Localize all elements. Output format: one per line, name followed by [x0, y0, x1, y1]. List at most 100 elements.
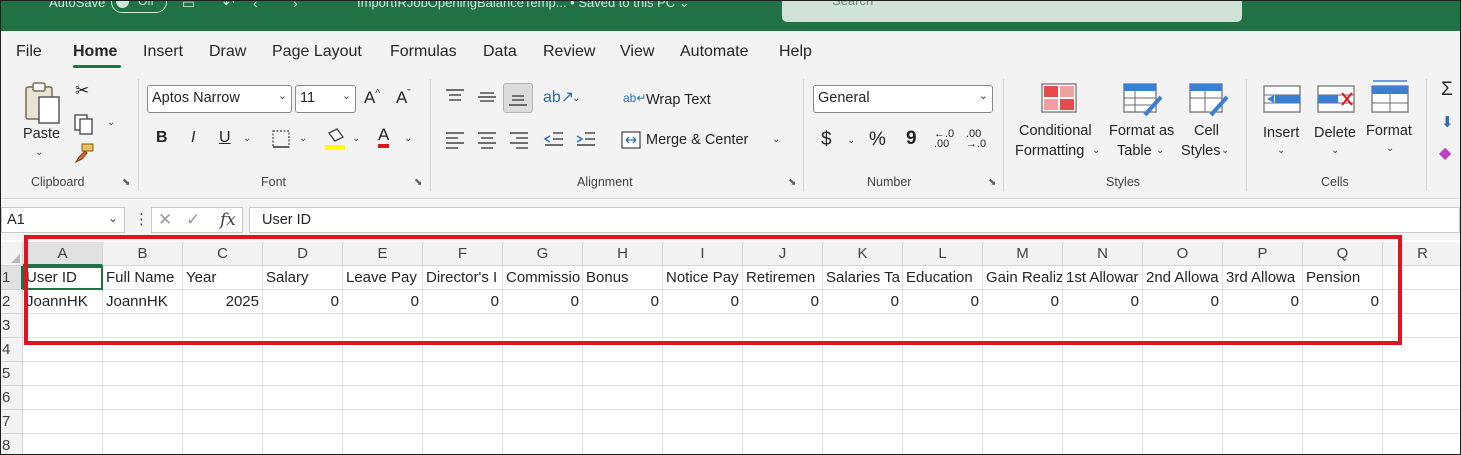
copy-dropdown-icon[interactable]: ⌄ — [107, 117, 115, 128]
cell-o2[interactable]: 0 — [1143, 290, 1223, 314]
cut-icon[interactable]: ✂ — [75, 81, 89, 101]
font-color-dropdown-icon[interactable]: ⌄ — [404, 133, 412, 144]
cell-e7[interactable] — [343, 410, 423, 434]
cell-q7[interactable] — [1303, 410, 1383, 434]
select-all-button[interactable] — [1, 242, 23, 266]
cell-m8[interactable] — [983, 434, 1063, 454]
cell-l3[interactable] — [903, 314, 983, 338]
bottom-align-button[interactable] — [503, 83, 533, 113]
cell-d8[interactable] — [263, 434, 343, 454]
cell-r8[interactable] — [1383, 434, 1460, 454]
cell-f1[interactable]: Director's I — [423, 266, 503, 290]
insert-button[interactable]: Insert — [1263, 125, 1299, 141]
cell-j8[interactable] — [743, 434, 823, 454]
orientation-icon[interactable]: ab↗ — [543, 87, 574, 107]
delete-dropdown-icon[interactable]: ⌄ — [1331, 145, 1339, 156]
cell-e8[interactable] — [343, 434, 423, 454]
cell-a5[interactable] — [23, 362, 103, 386]
column-header-o[interactable]: O — [1143, 242, 1223, 266]
bold-button[interactable]: B — [156, 129, 168, 147]
currency-dropdown-icon[interactable]: ⌄ — [847, 135, 855, 146]
middle-align-icon[interactable] — [476, 87, 498, 107]
column-header-r[interactable]: R — [1383, 242, 1460, 266]
cell-d1[interactable]: Salary — [263, 266, 343, 290]
row-header-8[interactable]: 8 — [1, 434, 23, 454]
decrease-font-size-icon[interactable]: Aˇ — [396, 88, 411, 108]
decrease-indent-icon[interactable] — [543, 129, 565, 149]
row-header-6[interactable]: 6 — [1, 386, 23, 410]
cell-p5[interactable] — [1223, 362, 1303, 386]
cell-i3[interactable] — [663, 314, 743, 338]
orientation-dropdown-icon[interactable]: ⌄ — [572, 93, 580, 104]
cell-g1[interactable]: Commissio — [503, 266, 583, 290]
cell-d5[interactable] — [263, 362, 343, 386]
cell-p8[interactable] — [1223, 434, 1303, 454]
borders-icon[interactable] — [271, 129, 291, 149]
cell-i6[interactable] — [663, 386, 743, 410]
cell-g5[interactable] — [503, 362, 583, 386]
cell-i7[interactable] — [663, 410, 743, 434]
cell-m2[interactable]: 0 — [983, 290, 1063, 314]
cell-a2[interactable]: JoannHK — [23, 290, 103, 314]
row-header-1[interactable]: 1 — [1, 266, 23, 290]
cell-b1[interactable]: Full Name — [103, 266, 183, 290]
undo-dropdown-icon[interactable]: ‹ — [253, 1, 258, 11]
clipboard-launcher-icon[interactable]: ⬊ — [122, 177, 130, 188]
format-cells-icon[interactable] — [1371, 79, 1411, 115]
column-header-l[interactable]: L — [903, 242, 983, 266]
cell-j4[interactable] — [743, 338, 823, 362]
number-format-select[interactable]: General ⌄ — [813, 85, 993, 113]
cell-i8[interactable] — [663, 434, 743, 454]
merge-dropdown-icon[interactable]: ⌄ — [772, 134, 780, 145]
cell-k6[interactable] — [823, 386, 903, 410]
cell-c2[interactable]: 2025 — [183, 290, 263, 314]
align-left-icon[interactable] — [444, 129, 466, 149]
cell-l8[interactable] — [903, 434, 983, 454]
cell-a3[interactable] — [23, 314, 103, 338]
cell-a1[interactable]: User ID — [23, 266, 103, 290]
cell-n4[interactable] — [1063, 338, 1143, 362]
cell-g6[interactable] — [503, 386, 583, 410]
cell-c3[interactable] — [183, 314, 263, 338]
cell-m5[interactable] — [983, 362, 1063, 386]
column-header-e[interactable]: E — [343, 242, 423, 266]
cell-styles-label-1[interactable]: Cell — [1194, 123, 1219, 139]
percent-button[interactable]: % — [869, 129, 886, 151]
copy-icon[interactable] — [73, 113, 95, 135]
italic-button[interactable]: I — [191, 129, 195, 147]
cell-n6[interactable] — [1063, 386, 1143, 410]
row-header-5[interactable]: 5 — [1, 362, 23, 386]
font-size-select[interactable]: 11 ⌄ — [295, 85, 356, 113]
format-button[interactable]: Format — [1366, 123, 1412, 139]
cell-j5[interactable] — [743, 362, 823, 386]
tab-page-layout[interactable]: Page Layout — [272, 43, 362, 61]
cell-i5[interactable] — [663, 362, 743, 386]
underline-button[interactable]: U — [219, 129, 231, 147]
cell-r1[interactable] — [1383, 266, 1460, 290]
currency-button[interactable]: $ — [821, 129, 832, 151]
cell-g4[interactable] — [503, 338, 583, 362]
cell-h3[interactable] — [583, 314, 663, 338]
cell-e3[interactable] — [343, 314, 423, 338]
cell-d7[interactable] — [263, 410, 343, 434]
cell-h5[interactable] — [583, 362, 663, 386]
cell-l5[interactable] — [903, 362, 983, 386]
cell-n1[interactable]: 1st Allowar — [1063, 266, 1143, 290]
cell-k2[interactable]: 0 — [823, 290, 903, 314]
cell-c7[interactable] — [183, 410, 263, 434]
cell-d2[interactable]: 0 — [263, 290, 343, 314]
cell-f6[interactable] — [423, 386, 503, 410]
cell-f7[interactable] — [423, 410, 503, 434]
cell-j7[interactable] — [743, 410, 823, 434]
column-header-j[interactable]: J — [743, 242, 823, 266]
undo-icon[interactable]: ↶ — [223, 1, 235, 12]
fill-color-icon[interactable] — [323, 127, 347, 151]
cell-f8[interactable] — [423, 434, 503, 454]
cell-a6[interactable] — [23, 386, 103, 410]
insert-dropdown-icon[interactable]: ⌄ — [1277, 145, 1285, 156]
cell-r2[interactable] — [1383, 290, 1460, 314]
cell-n7[interactable] — [1063, 410, 1143, 434]
tab-view[interactable]: View — [620, 43, 654, 61]
cell-g3[interactable] — [503, 314, 583, 338]
cell-p3[interactable] — [1223, 314, 1303, 338]
